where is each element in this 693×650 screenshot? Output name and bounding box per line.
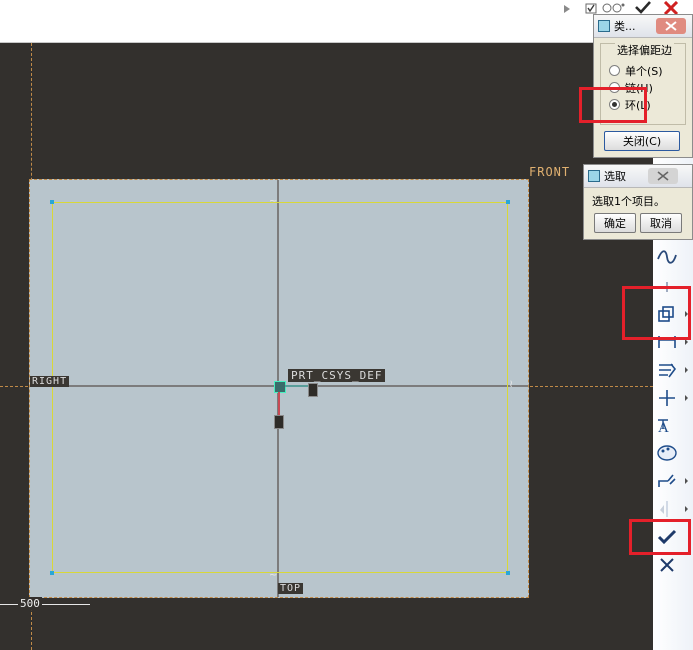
midpoint-symbol: ≀ — [509, 379, 513, 390]
trim-icon[interactable] — [653, 469, 688, 493]
flyout-arrow-icon — [685, 478, 688, 484]
csys-label: PRT_CSYS_DEF — [288, 369, 386, 382]
group-label: 选择偏距边 — [615, 42, 674, 58]
radio-button[interactable] — [609, 65, 620, 76]
type-dialog-title: 类... — [614, 20, 636, 33]
csys-marker[interactable] — [274, 381, 286, 393]
vertex-marker — [50, 200, 54, 204]
confirm-check-icon[interactable] — [632, 0, 654, 14]
dimension-value: 500 — [18, 597, 42, 610]
palette-icon[interactable] — [653, 441, 681, 465]
csys-axis-tag — [274, 415, 284, 429]
vertex-marker — [506, 571, 510, 575]
csys-axis-tag — [308, 383, 318, 397]
option-label: 单个(S) — [625, 64, 663, 78]
checkbox-icon[interactable] — [585, 0, 599, 14]
midpoint-symbol: ~ — [269, 196, 278, 207]
spline-icon[interactable] — [653, 245, 681, 269]
mirror-icon[interactable] — [653, 497, 688, 521]
centerline-icon[interactable] — [653, 386, 688, 410]
flyout-arrow-icon — [685, 506, 688, 512]
select-dialog: 选取 选取1个项目。 确定 取消 — [583, 164, 693, 240]
vertex-marker — [506, 200, 510, 204]
cancel-x-icon[interactable] — [653, 553, 681, 577]
close-icon[interactable] — [648, 168, 678, 184]
text-icon[interactable]: A — [653, 414, 681, 438]
ok-button[interactable]: 确定 — [594, 213, 636, 233]
csys-y-axis — [278, 392, 280, 416]
dialog-icon — [598, 20, 610, 32]
close-button[interactable]: 关闭(C) — [604, 131, 680, 151]
glasses-icon[interactable] — [600, 0, 626, 14]
dialog-icon — [588, 170, 600, 182]
top-datum-label: TOP — [278, 583, 304, 594]
dimension-annotation[interactable]: 500 — [0, 597, 92, 613]
type-dialog: 类... 选择偏距边 单个(S) 链(H) 环(L) 关闭(C) — [593, 14, 693, 158]
highlight-accept-tool — [629, 519, 691, 555]
select-dialog-title: 选取 — [604, 170, 626, 183]
close-icon[interactable] — [656, 18, 686, 34]
option-single[interactable]: 单个(S) — [609, 62, 663, 79]
cancel-button[interactable]: 取消 — [640, 213, 682, 233]
select-message: 选取1个项目。 — [592, 195, 665, 208]
cancel-x-icon[interactable] — [662, 0, 680, 16]
top-toolbar — [0, 0, 693, 42]
constraint-icon[interactable] — [653, 358, 688, 382]
midpoint-symbol: ~ — [269, 570, 278, 581]
front-datum-label: FRONT — [529, 165, 571, 179]
right-datum-label: RIGHT — [30, 376, 70, 387]
flyout-arrow-icon — [685, 395, 688, 401]
graphics-canvas[interactable]: ~ ~ ≀ ≀ FRONT RIGHT TOP PRT_CSYS_DEF 500 — [0, 43, 653, 650]
flyout-arrow-icon — [685, 367, 688, 373]
highlight-loop-option — [579, 87, 647, 123]
vertex-marker — [50, 571, 54, 575]
highlight-offset-tool — [622, 286, 691, 340]
expand-arrow-icon[interactable] — [562, 0, 574, 14]
